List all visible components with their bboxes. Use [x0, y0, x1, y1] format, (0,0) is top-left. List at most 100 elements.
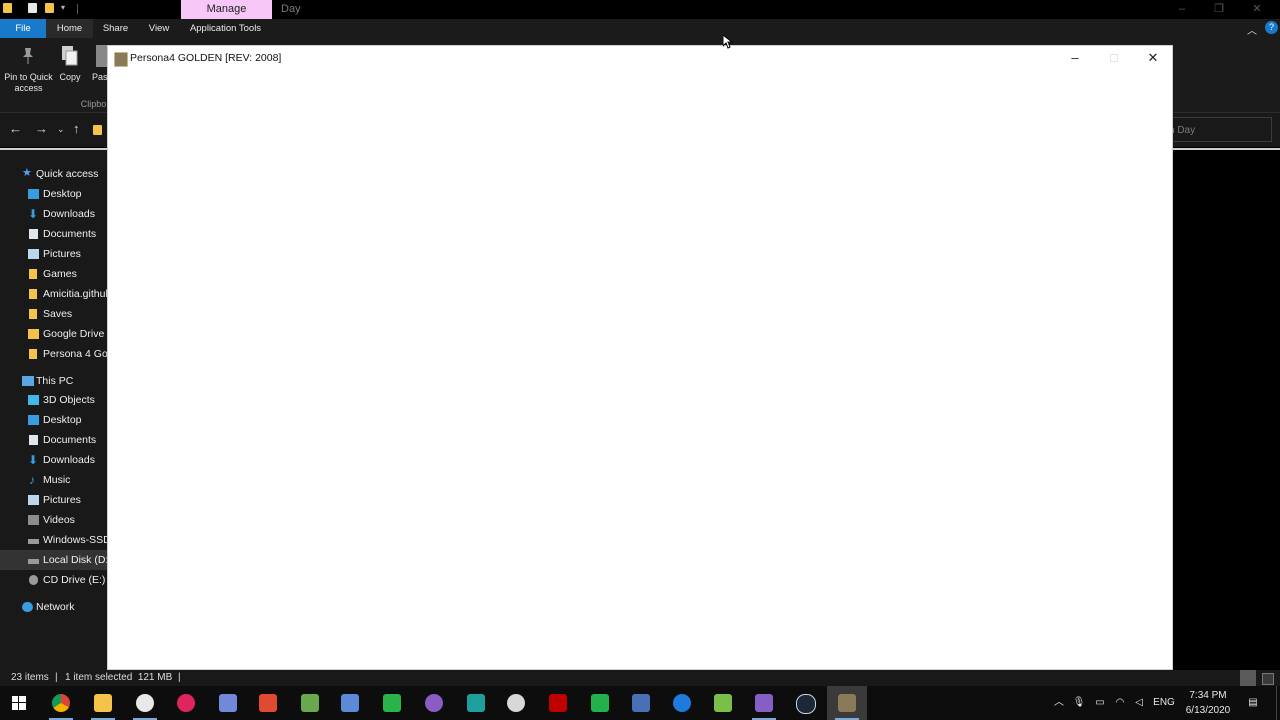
visual-studio-icon[interactable] — [744, 686, 784, 720]
crash-reporter-icon[interactable] — [248, 686, 288, 720]
microphone-icon[interactable]: 🎙 — [1072, 686, 1086, 720]
wifi-icon[interactable]: ◠ — [1112, 686, 1128, 720]
paste-button[interactable]: Pas — [92, 72, 107, 83]
explorer-minimize-button[interactable]: – — [1163, 0, 1201, 19]
explorer-close-button[interactable]: ✕ — [1238, 0, 1276, 19]
action-center-icon[interactable]: ▤ — [1244, 686, 1262, 720]
nav-item-saves[interactable]: Saves — [0, 304, 107, 324]
status-separator: | — [178, 672, 181, 683]
nav-item-pictures[interactable]: Pictures — [0, 490, 107, 510]
paste-icon — [96, 45, 107, 67]
pin-icon — [20, 47, 36, 65]
computer-icon — [22, 376, 34, 386]
explorer-maximize-button[interactable]: ❐ — [1200, 0, 1238, 19]
nav-item-local-disk-d[interactable]: Local Disk (D:) — [0, 550, 107, 570]
search-input[interactable]: h Day — [1160, 117, 1272, 142]
nav-item-downloads[interactable]: ⬇ Downloads — [0, 450, 107, 470]
nav-item-label: Videos — [43, 514, 75, 526]
chrome-icon[interactable] — [41, 686, 81, 720]
new-folder-icon[interactable] — [45, 3, 54, 13]
discord-icon[interactable] — [208, 686, 248, 720]
quick-access-dropdown-icon[interactable]: ▾ — [61, 3, 65, 12]
nav-item-persona4-golden[interactable]: Persona 4 Gold — [0, 344, 107, 364]
nav-this-pc[interactable]: This PC — [0, 371, 107, 391]
nav-item-music[interactable]: ♪ Music — [0, 470, 107, 490]
github-desktop-icon[interactable] — [414, 686, 454, 720]
tab-share[interactable]: Share — [96, 19, 135, 38]
pin-to-quick-access-button[interactable]: Pin to Quick access — [0, 72, 57, 94]
nav-item-documents[interactable]: Documents — [0, 224, 107, 244]
contextual-manage-tab[interactable]: Manage — [181, 0, 272, 19]
help-icon[interactable]: ? — [1265, 21, 1278, 34]
nav-item-amicitia[interactable]: Amicitia.githul — [0, 284, 107, 304]
image-editor-icon[interactable] — [703, 686, 743, 720]
nav-item-desktop[interactable]: Desktop — [0, 184, 107, 204]
up-arrow-icon[interactable]: ↑ — [73, 121, 80, 137]
address-folder-icon — [93, 125, 102, 135]
nav-item-label: Desktop — [43, 414, 82, 426]
nav-item-windows-ssd[interactable]: Windows-SSD — [0, 530, 107, 550]
ribbon-collapse-icon[interactable]: ︿ — [1247, 22, 1257, 37]
nav-item-label: Windows-SSD — [43, 534, 107, 546]
forward-arrow-icon[interactable]: → — [35, 121, 48, 137]
game-window-title: Persona4 GOLDEN [REV: 2008] — [130, 52, 282, 64]
game-minimize-button[interactable]: – — [1055, 46, 1095, 70]
properties-icon[interactable] — [28, 3, 37, 13]
explorer-tool-icon[interactable] — [621, 686, 661, 720]
language-indicator[interactable]: ENG — [1150, 686, 1178, 720]
clock[interactable]: 7:34 PM 6/13/2020 — [1182, 688, 1234, 718]
copy-button[interactable]: Copy — [57, 72, 83, 83]
nav-network[interactable]: Network — [0, 597, 107, 617]
nav-item-google-drive[interactable]: Google Drive — [0, 324, 107, 344]
nav-item-label: Documents — [43, 434, 97, 446]
unity-icon[interactable] — [496, 686, 536, 720]
volume-icon[interactable]: ◁ — [1131, 686, 1147, 720]
tab-application-tools[interactable]: Application Tools — [183, 19, 268, 38]
nav-item-label: Music — [43, 474, 71, 486]
nav-item-label: CD Drive (E:) — [43, 574, 106, 586]
ribbon-tab-strip: File Home Share View Application Tools ︿… — [0, 19, 1280, 38]
star-icon: ★ — [22, 167, 32, 179]
tab-file[interactable]: File — [0, 19, 46, 38]
nav-item-cd-drive-e[interactable]: CD Drive (E:) — [0, 570, 107, 590]
game-window-titlebar[interactable]: Persona4 GOLDEN [REV: 2008] – □ ✕ — [108, 46, 1172, 70]
clock-time: 7:34 PM — [1189, 690, 1227, 701]
media-recorder-icon[interactable] — [166, 686, 206, 720]
nav-item-documents[interactable]: Documents — [0, 430, 107, 450]
details-view-icon[interactable] — [1240, 670, 1256, 686]
browser-icon[interactable] — [662, 686, 702, 720]
tab-home[interactable]: Home — [46, 19, 93, 38]
game-window[interactable]: Persona4 GOLDEN [REV: 2008] – □ ✕ — [107, 45, 1173, 670]
battery-icon[interactable]: ▭ — [1092, 686, 1108, 720]
desktop-icon — [28, 415, 39, 425]
cheat-engine-icon[interactable] — [330, 686, 370, 720]
nav-item-videos[interactable]: Videos — [0, 510, 107, 530]
nav-item-downloads[interactable]: ⬇ Downloads — [0, 204, 107, 224]
game-close-button[interactable]: ✕ — [1133, 46, 1173, 70]
show-hidden-icons-chevron-icon[interactable]: ︿ — [1052, 686, 1066, 720]
show-desktop-button[interactable] — [1276, 686, 1280, 720]
filezilla-icon[interactable] — [538, 686, 578, 720]
leaf-app-icon[interactable] — [580, 686, 620, 720]
game-maximize-button[interactable]: □ — [1094, 46, 1134, 70]
tab-view[interactable]: View — [140, 19, 178, 38]
steam-icon[interactable] — [785, 686, 825, 720]
persona4-golden-icon[interactable] — [827, 686, 867, 720]
nav-network-label: Network — [36, 601, 75, 613]
nav-item-desktop[interactable]: Desktop — [0, 410, 107, 430]
file-explorer-icon[interactable] — [83, 686, 123, 720]
google-drive-folder-icon — [28, 329, 39, 339]
nav-quick-access[interactable]: ★ Quick access — [0, 164, 107, 184]
minecraft-icon[interactable] — [290, 686, 330, 720]
nav-item-pictures[interactable]: Pictures — [0, 244, 107, 264]
back-arrow-icon[interactable]: ← — [9, 121, 22, 137]
nav-item-games[interactable]: Games — [0, 264, 107, 284]
nav-item-3d-objects[interactable]: 3D Objects — [0, 390, 107, 410]
recent-locations-chevron-icon[interactable]: ⌄ — [57, 121, 65, 137]
nav-item-label: Pictures — [43, 248, 81, 260]
clip-studio-icon[interactable] — [372, 686, 412, 720]
mascot-app-icon[interactable] — [125, 686, 165, 720]
large-icons-view-icon[interactable] — [1262, 673, 1274, 685]
start-button[interactable] — [0, 686, 40, 720]
3ds-max-icon[interactable] — [456, 686, 496, 720]
